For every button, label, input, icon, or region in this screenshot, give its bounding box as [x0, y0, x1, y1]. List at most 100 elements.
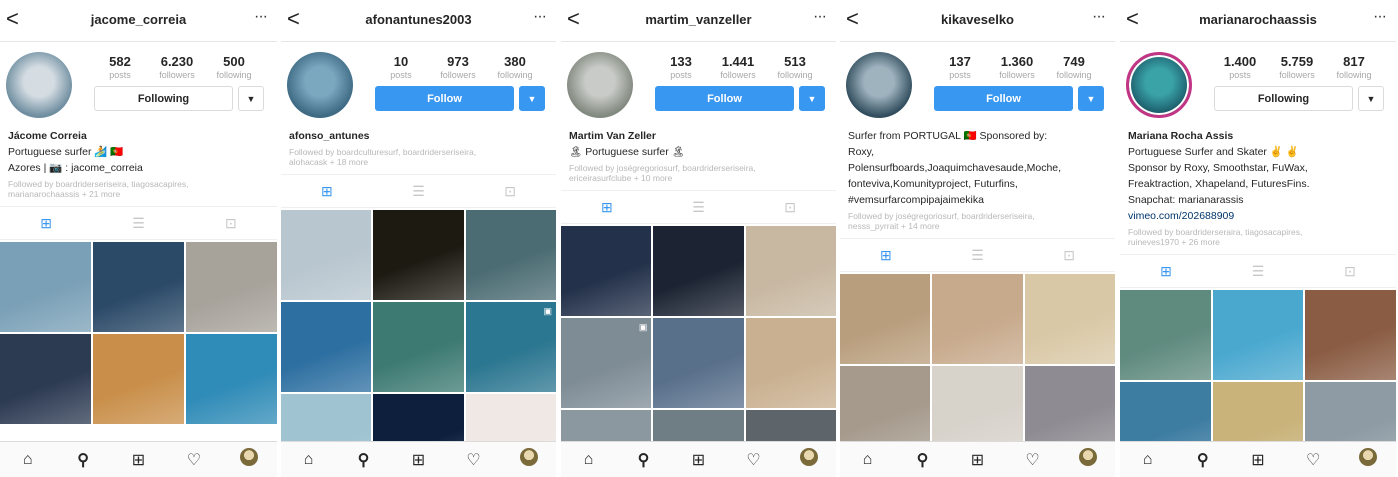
post-thumbnail[interactable] — [1212, 290, 1304, 380]
add-post-icon[interactable]: ⊞ — [1243, 450, 1273, 470]
home-icon[interactable]: ⌂ — [1133, 451, 1163, 469]
add-post-icon[interactable]: ⊞ — [963, 450, 993, 470]
profile-avatar-icon[interactable] — [799, 448, 818, 466]
back-icon[interactable]: < — [6, 6, 19, 32]
tagged-photos-icon[interactable]: ⊡ — [1330, 263, 1370, 280]
post-thumbnail[interactable] — [932, 274, 1023, 364]
suggestions-caret-button[interactable]: ▼ — [238, 86, 264, 111]
activity-heart-icon[interactable]: ♡ — [1298, 450, 1328, 470]
grid-view-icon[interactable]: ⊞ — [307, 183, 347, 200]
tagged-photos-icon[interactable]: ⊡ — [770, 199, 810, 216]
home-icon[interactable]: ⌂ — [294, 451, 324, 469]
activity-heart-icon[interactable]: ♡ — [459, 450, 489, 470]
follow-button[interactable]: Follow — [655, 86, 794, 111]
followed-by-text[interactable]: Followed by joségregoriosurf, boardrider… — [569, 163, 830, 183]
post-thumbnail[interactable] — [281, 210, 372, 300]
more-options-icon[interactable]: ··· — [1373, 8, 1387, 26]
stat-followers[interactable]: 1.441 followers — [710, 54, 766, 80]
suggestions-caret-button[interactable]: ▼ — [1078, 86, 1104, 111]
post-thumbnail[interactable] — [1024, 274, 1115, 364]
grid-view-icon[interactable]: ⊞ — [866, 247, 906, 264]
activity-heart-icon[interactable]: ♡ — [1018, 450, 1048, 470]
post-thumbnail[interactable] — [373, 302, 464, 392]
stat-followers[interactable]: 1.360 followers — [989, 54, 1045, 80]
post-thumbnail[interactable] — [0, 334, 91, 424]
profile-avatar-icon[interactable] — [1078, 448, 1097, 466]
post-thumbnail[interactable] — [93, 334, 184, 424]
profile-tab[interactable] — [514, 448, 544, 471]
post-thumbnail[interactable] — [186, 242, 277, 332]
profile-avatar[interactable] — [6, 52, 72, 118]
post-thumbnail[interactable] — [186, 334, 277, 424]
search-icon[interactable]: ⚲ — [1188, 450, 1218, 470]
stat-following[interactable]: 817 following — [1326, 54, 1382, 80]
post-thumbnail[interactable] — [0, 242, 91, 332]
post-thumbnail[interactable] — [745, 318, 836, 408]
profile-avatar-icon[interactable] — [519, 448, 538, 466]
search-icon[interactable]: ⚲ — [349, 450, 379, 470]
suggestions-caret-button[interactable]: ▼ — [519, 86, 545, 111]
tagged-photos-icon[interactable]: ⊡ — [1049, 247, 1089, 264]
list-view-icon[interactable]: ☰ — [118, 215, 158, 232]
add-post-icon[interactable]: ⊞ — [684, 450, 714, 470]
tagged-photos-icon[interactable]: ⊡ — [490, 183, 530, 200]
add-post-icon[interactable]: ⊞ — [404, 450, 434, 470]
profile-avatar[interactable] — [567, 52, 633, 118]
more-options-icon[interactable]: ··· — [533, 8, 547, 26]
stat-following[interactable]: 749 following — [1046, 54, 1102, 80]
search-icon[interactable]: ⚲ — [908, 450, 938, 470]
activity-heart-icon[interactable]: ♡ — [179, 450, 209, 470]
search-icon[interactable]: ⚲ — [629, 450, 659, 470]
post-thumbnail[interactable]: ▣ — [465, 302, 556, 392]
profile-tab[interactable] — [794, 448, 824, 471]
back-icon[interactable]: < — [567, 6, 580, 32]
add-post-icon[interactable]: ⊞ — [123, 450, 153, 470]
home-icon[interactable]: ⌂ — [13, 451, 43, 469]
followed-by-text[interactable]: Followed by boardriderseraira, tiagosaca… — [1128, 227, 1390, 247]
post-thumbnail[interactable] — [281, 302, 372, 392]
suggestions-caret-button[interactable]: ▼ — [799, 86, 825, 111]
more-options-icon[interactable]: ··· — [813, 8, 827, 26]
bio-link[interactable]: vimeo.com/202688909 — [1128, 208, 1390, 224]
profile-tab[interactable] — [1073, 448, 1103, 471]
stat-following[interactable]: 513 following — [767, 54, 823, 80]
profile-tab[interactable] — [1353, 448, 1383, 471]
stat-followers[interactable]: 6.230 followers — [149, 54, 205, 80]
stat-following[interactable]: 380 following — [487, 54, 543, 80]
post-thumbnail[interactable] — [373, 210, 464, 300]
post-thumbnail[interactable] — [93, 242, 184, 332]
list-view-icon[interactable]: ☰ — [1238, 263, 1278, 280]
followed-by-text[interactable]: Followed by joségregoriosurf, boardrider… — [848, 211, 1109, 231]
stat-followers[interactable]: 5.759 followers — [1269, 54, 1325, 80]
profile-avatar[interactable] — [1126, 52, 1192, 118]
home-icon[interactable]: ⌂ — [853, 451, 883, 469]
following-button[interactable]: Following — [94, 86, 233, 111]
activity-heart-icon[interactable]: ♡ — [739, 450, 769, 470]
back-icon[interactable]: < — [287, 6, 300, 32]
list-view-icon[interactable]: ☰ — [678, 199, 718, 216]
back-icon[interactable]: < — [846, 6, 859, 32]
profile-avatar[interactable] — [287, 52, 353, 118]
back-icon[interactable]: < — [1126, 6, 1139, 32]
post-thumbnail[interactable] — [745, 226, 836, 316]
post-thumbnail[interactable] — [1305, 290, 1396, 380]
tagged-photos-icon[interactable]: ⊡ — [211, 215, 251, 232]
more-options-icon[interactable]: ··· — [254, 8, 268, 26]
home-icon[interactable]: ⌂ — [574, 451, 604, 469]
follow-button[interactable]: Follow — [934, 86, 1073, 111]
post-thumbnail[interactable] — [840, 274, 931, 364]
grid-view-icon[interactable]: ⊞ — [587, 199, 627, 216]
stat-following[interactable]: 500 following — [206, 54, 262, 80]
post-thumbnail[interactable] — [1120, 290, 1211, 380]
grid-view-icon[interactable]: ⊞ — [26, 215, 66, 232]
followed-by-text[interactable]: Followed by boardculturesurf, boardrider… — [289, 147, 550, 167]
following-button[interactable]: Following — [1214, 86, 1353, 111]
suggestions-caret-button[interactable]: ▼ — [1358, 86, 1384, 111]
post-thumbnail[interactable] — [561, 226, 652, 316]
profile-avatar-icon[interactable] — [240, 448, 259, 466]
followed-by-text[interactable]: Followed by boardriderseriseira, tiagosa… — [8, 179, 271, 199]
profile-avatar[interactable] — [846, 52, 912, 118]
list-view-icon[interactable]: ☰ — [957, 247, 997, 264]
post-thumbnail[interactable] — [653, 226, 744, 316]
list-view-icon[interactable]: ☰ — [398, 183, 438, 200]
